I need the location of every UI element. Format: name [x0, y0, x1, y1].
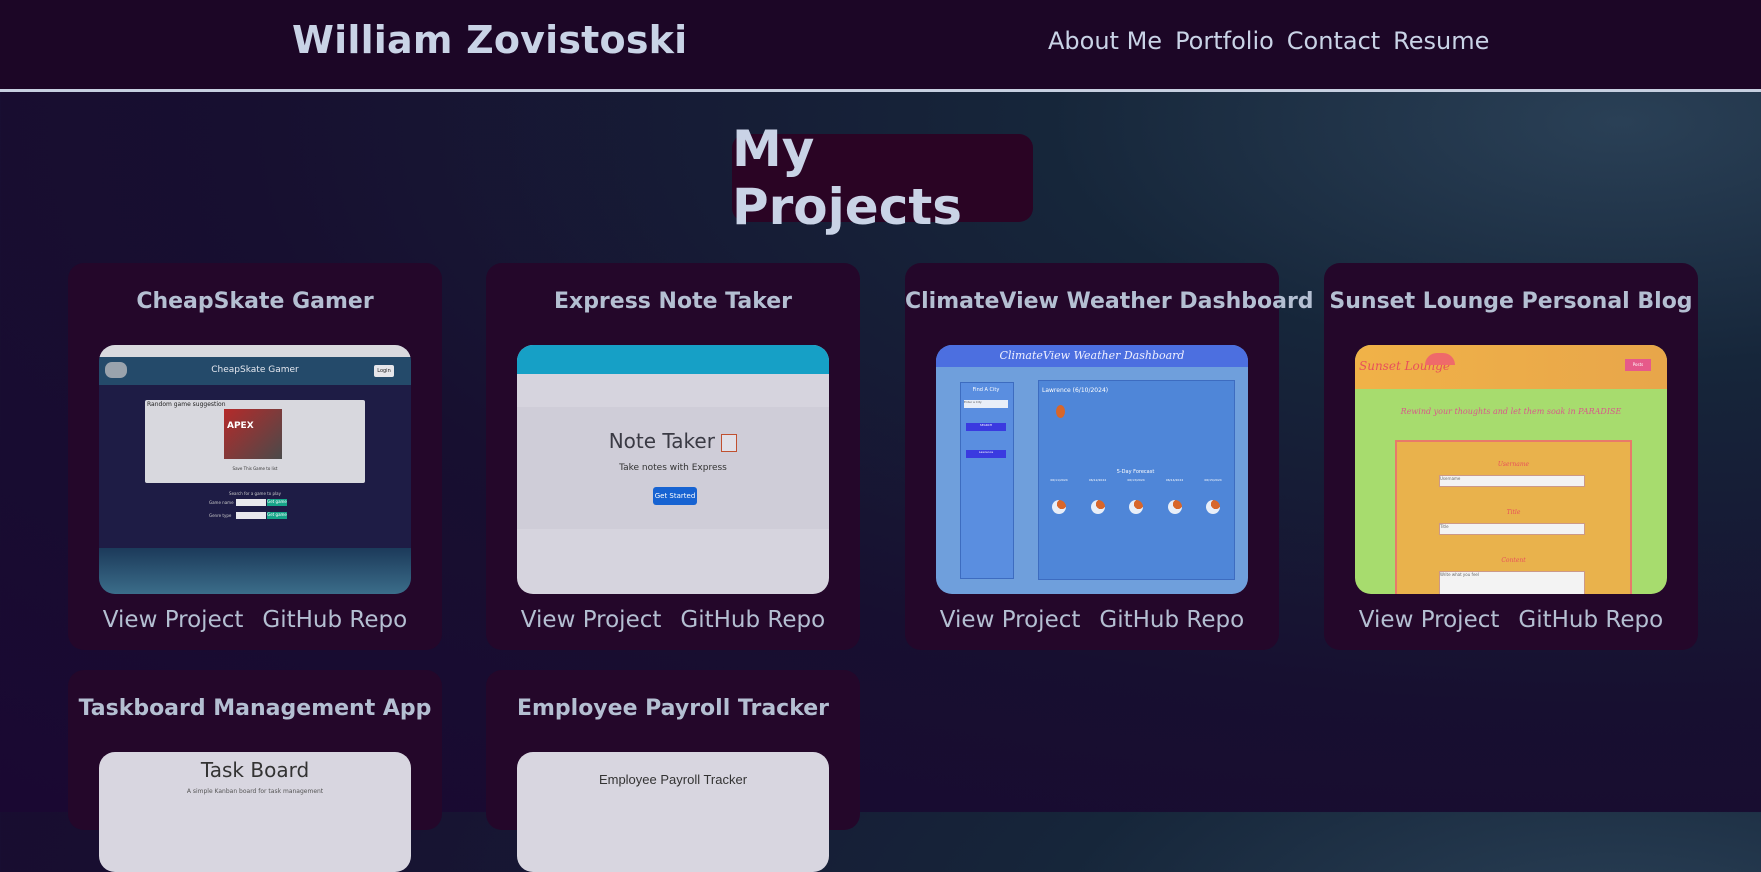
project-card-payroll-tracker: Employee Payroll Tracker Employee Payrol… [486, 670, 860, 872]
forecast-date: 06/11/2024 [1050, 478, 1068, 482]
forecast-date: 06/14/2024 [1165, 478, 1184, 482]
forecast-day: 06/13/2024 [1119, 478, 1153, 514]
history-button: Lawrence [966, 450, 1006, 458]
project-screenshot[interactable]: ClimateView Weather Dashboard Find A Cit… [936, 345, 1248, 594]
get-game-button-2: Get game [267, 512, 287, 519]
project-card-climateview: ClimateView Weather Dashboard ClimateVie… [905, 263, 1314, 650]
game-cover-image [224, 409, 282, 459]
nav-contact[interactable]: Contact [1287, 27, 1380, 55]
app-title: CheapSkate Gamer [211, 365, 299, 375]
forecast-date: 06/15/2024 [1204, 478, 1222, 482]
view-project-link[interactable]: View Project [103, 607, 244, 633]
subtitle: Take notes with Express [619, 463, 727, 473]
genre-input [236, 512, 266, 519]
project-screenshot[interactable]: CheapSkate Gamer Login Random game sugge… [99, 345, 411, 594]
username-input: Username [1439, 475, 1585, 487]
current-city-date: Lawrence (6/10/2024) [1042, 387, 1109, 394]
nav-portfolio[interactable]: Portfolio [1175, 27, 1274, 55]
project-card-taskboard: Taskboard Management App Task Board A si… [68, 670, 442, 872]
posts-button: Posts [1625, 359, 1651, 371]
project-links: View Project GitHub Repo [1324, 607, 1698, 633]
view-project-link[interactable]: View Project [940, 607, 1081, 633]
login-button: Login [374, 365, 394, 377]
project-screenshot[interactable]: Sunset Lounge Posts Rewind your thoughts… [1355, 345, 1667, 594]
project-title: Employee Payroll Tracker [516, 696, 830, 721]
app-title: Note Taker [517, 429, 829, 453]
main-nav: About Me Portfolio Contact Resume [1048, 27, 1489, 55]
weather-icon [1056, 405, 1065, 418]
panel-title: Random game suggestion [147, 401, 226, 408]
content-label: Content [1501, 557, 1526, 564]
github-repo-link[interactable]: GitHub Repo [1518, 607, 1663, 633]
sidebar-panel [960, 382, 1014, 579]
browser-bar [99, 345, 411, 357]
rain-cloud-icon [1206, 500, 1220, 514]
forecast-date: 06/13/2024 [1127, 478, 1145, 482]
title-input: Title [1439, 523, 1585, 535]
project-links: View Project GitHub Repo [68, 607, 442, 633]
project-card-sunset-lounge: Sunset Lounge Personal Blog Sunset Loung… [1324, 263, 1698, 650]
note-icon [721, 433, 738, 452]
app-header-bar [517, 345, 829, 374]
save-caption: Save This Game to list [232, 466, 278, 471]
github-repo-link[interactable]: GitHub Repo [680, 607, 825, 633]
page-title: My Projects [732, 120, 1033, 236]
content-textarea: Write what you feel [1439, 571, 1585, 594]
nav-about-me[interactable]: About Me [1048, 27, 1162, 55]
forecast-day: 06/15/2024 [1196, 478, 1230, 514]
forecast-day: 06/11/2024 [1042, 478, 1076, 514]
project-links: View Project GitHub Repo [905, 607, 1279, 633]
search-button: SEARCH [966, 423, 1006, 431]
app-title: ClimateView Weather Dashboard [999, 349, 1185, 362]
city-input: Enter a City [964, 400, 1008, 408]
view-project-link[interactable]: View Project [1359, 607, 1500, 633]
forecast-title: 5-Day Forecast [1116, 469, 1155, 475]
project-card-express-note-taker: Express Note Taker Note Taker Take notes… [486, 263, 860, 650]
app-title: Employee Payroll Tracker [598, 772, 748, 787]
get-started-button: Get Started [653, 487, 697, 505]
project-title: Taskboard Management App [78, 696, 432, 721]
project-title: CheapSkate Gamer [136, 289, 374, 314]
forecast-day: 06/14/2024 [1158, 478, 1192, 514]
search-label: Search for a game to play [229, 491, 281, 496]
umbrella-icon [1425, 353, 1455, 365]
tagline: Rewind your thoughts and let them soak i… [1400, 407, 1622, 416]
project-title: Express Note Taker [553, 289, 793, 314]
rain-cloud-icon [1129, 500, 1143, 514]
note-taker-title: Note Taker [608, 429, 715, 453]
rain-cloud-icon [1167, 500, 1182, 514]
project-screenshot[interactable]: Employee Payroll Tracker [517, 752, 829, 872]
project-screenshot[interactable]: Task Board A simple Kanban board for tas… [99, 752, 411, 872]
site-header: William Zovistoski About Me Portfolio Co… [0, 0, 1761, 92]
field-label-2: Genre type [209, 513, 232, 518]
app-title: Task Board [200, 758, 310, 782]
project-title: ClimateView Weather Dashboard [905, 289, 1314, 314]
footer-band [99, 548, 411, 594]
title-label: Title [1506, 509, 1521, 516]
nav-resume[interactable]: Resume [1393, 27, 1489, 55]
project-title: Sunset Lounge Personal Blog [1329, 289, 1693, 314]
rain-cloud-icon [1052, 500, 1066, 514]
subtitle: A simple Kanban board for task managemen… [186, 788, 324, 795]
field-label-1: Game name [209, 500, 234, 505]
project-links: View Project GitHub Repo [486, 607, 860, 633]
view-project-link[interactable]: View Project [521, 607, 662, 633]
username-label: Username [1497, 461, 1530, 468]
forecast-date: 06/12/2024 [1088, 478, 1107, 482]
find-city-label: Find A City [972, 387, 1000, 393]
get-game-button-1: Get game [267, 499, 287, 506]
forecast-day: 06/12/2024 [1081, 478, 1115, 514]
rain-cloud-icon [1090, 500, 1105, 514]
project-card-cheapskate-gamer: CheapSkate Gamer CheapSkate Gamer Login … [68, 263, 442, 650]
site-title: William Zovistoski [292, 18, 688, 62]
project-screenshot[interactable]: Note Taker Take notes with Express Get S… [517, 345, 829, 594]
github-repo-link[interactable]: GitHub Repo [1099, 607, 1244, 633]
forecast-days: 06/11/2024 06/12/2024 06/13/2024 06/14/2… [1042, 478, 1230, 514]
github-repo-link[interactable]: GitHub Repo [262, 607, 407, 633]
game-name-input [236, 499, 266, 506]
game-cover-text: APEX [227, 421, 254, 431]
